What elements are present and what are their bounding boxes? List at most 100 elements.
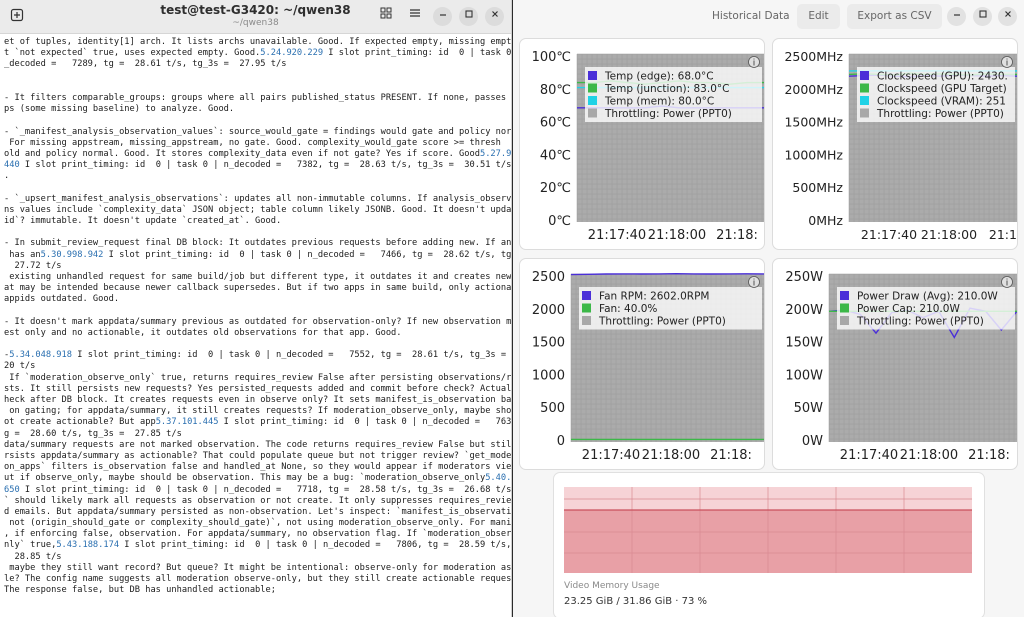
y-tick-label: 0℃ (548, 214, 571, 229)
x-tick-label: 21:17:40 (840, 448, 898, 463)
terminal-line: -5.34.048.918 I slot print_timing: id 0 … (4, 350, 511, 361)
legend-swatch (588, 96, 597, 105)
terminal-line: on gating; for appdata/summary, it still… (4, 406, 511, 417)
terminal-line: at may be intended because newer callbac… (4, 283, 511, 294)
legend-swatch (582, 291, 591, 300)
terminal-line: sts. It still persists new requests? Yes… (4, 383, 511, 394)
terminal-line: rsists appdata/summary as actionable? Th… (4, 450, 511, 461)
terminal-line: - It doesn't mark appdata/summary previo… (4, 316, 511, 327)
legend-swatch (588, 108, 597, 118)
y-tick-label: 1000 (532, 368, 565, 383)
terminal-line: est only and no actionable, it outdates … (4, 327, 402, 338)
terminal-line: not (origin_should_gate or complexity_sh… (4, 518, 511, 529)
clockspeed-chart: 2500MHz 2000MHz 1500MHz 1000MHz 500MHz 0MHz 21… (784, 49, 1017, 242)
temperature-chart-card: 100℃ 80℃ 60℃ 40℃ 20℃ 0℃ 21:17:40 21:18:00 21:18:… (519, 38, 765, 250)
timestamp: 5.37.101.445 (155, 417, 219, 428)
legend-entry: Clockspeed (GPU): 2430. (877, 71, 1008, 83)
terminal-line: _decoded = 7289, tg = 28.61 t/s, tg_3s =… (4, 59, 287, 70)
y-tick-label: 40℃ (540, 148, 571, 163)
timestamp: 5.30.998.942 (40, 249, 104, 260)
timestamp: 5.40.137. (485, 473, 511, 484)
legend-entry: Temp (mem): 80.0°C (604, 96, 714, 108)
terminal-line: ut if observe_only, maybe should be obse… (4, 473, 511, 484)
timestamp: 5.24.920.229 (260, 48, 324, 59)
close-icon[interactable] (998, 7, 1017, 26)
legend-swatch (582, 316, 591, 325)
vram-usage-card: Video Memory Usage 23.25 GiB / 31.86 GiB… (553, 472, 985, 617)
maximize-icon[interactable] (973, 7, 992, 26)
legend-entry: Throttling: Power (PPT0) (604, 108, 732, 120)
terminal-output[interactable]: et of tuples, identity[1] arch. It lists… (0, 34, 511, 617)
legend-swatch (588, 71, 597, 80)
terminal-line: g = 28.60 t/s, tg_3s = 27.85 t/s (4, 428, 182, 439)
terminal-line: maybe they still want record? But queue?… (4, 562, 511, 573)
x-tick-label: 21:18:00 (642, 448, 700, 463)
power-chart: 250W 200W 150W 100W 50W 0W 21:17:40 21:18:00 21:… (785, 270, 1017, 463)
legend-entry: Temp (edge): 68.0°C (604, 71, 714, 83)
y-tick-label: 1500MHz (784, 115, 843, 130)
timestamp: 5.43.188.174 (56, 540, 120, 551)
legend-swatch (860, 83, 869, 93)
legend-entry: Fan RPM: 2602.0RPM (599, 291, 710, 303)
terminal-line: ns values include `complexity_data` JSON… (4, 204, 511, 215)
y-tick-label: 500 (540, 401, 565, 416)
fan-chart: 2500 2000 1500 1000 500 0 21:17:40 21:18:00 21:1… (532, 270, 764, 463)
terminal-line: existing unhandled request for same buil… (4, 271, 511, 282)
terminal-line: . (4, 171, 10, 182)
terminal-line: ps (some missing baseline) to analyze. G… (4, 104, 235, 115)
edit-button[interactable]: Edit (797, 4, 840, 29)
y-tick-label: 200W (785, 303, 823, 318)
y-tick-label: 2000MHz (784, 82, 843, 97)
historical-data-label[interactable]: Historical Data (712, 10, 790, 22)
legend-swatch (860, 108, 869, 118)
y-tick-label: 60℃ (540, 116, 571, 131)
terminal-line: 28.85 t/s (4, 551, 62, 562)
split-view-icon[interactable] (376, 7, 395, 26)
minimize-icon[interactable] (433, 7, 452, 26)
x-tick-label: 21:17:40 (582, 448, 640, 463)
close-icon[interactable] (485, 7, 504, 26)
info-icon-glyph: i (1006, 59, 1009, 69)
y-tick-label: 80℃ (540, 83, 571, 98)
terminal-line: heck after DB block. It creates requests… (4, 395, 511, 405)
legend-entry: Temp (junction): 83.0°C (604, 83, 729, 95)
terminal-line: data/summary requests are not marked obs… (4, 439, 511, 450)
temperature-chart: 100℃ 80℃ 60℃ 40℃ 20℃ 0℃ 21:17:40 21:18:00 21:18:… (532, 50, 764, 243)
y-tick-label: 2000 (532, 303, 565, 318)
terminal-line: ` should likely mark all requests as obs… (4, 495, 511, 506)
terminal-line: id`? immutable. It doesn't update `creat… (4, 216, 282, 226)
series-line (570, 272, 764, 276)
terminal-window[interactable]: test@test-G3420: ~/qwen38 ~/qwen38 et of… (0, 0, 512, 617)
fan-chart-card: 2500 2000 1500 1000 500 0 21:17:40 21:18:00 21:1… (519, 258, 765, 470)
terminal-line: - It filters comparable_groups: groups w… (4, 92, 511, 103)
y-tick-label: 0 (557, 434, 565, 449)
legend-entry: Throttling: Power (PPT0) (856, 316, 984, 328)
x-tick-label: 21:18:00 (648, 228, 706, 243)
terminal-line: 650 I slot print_timing: id 0 | task 0 |… (4, 484, 511, 495)
clockspeed-chart-card: 2500MHz 2000MHz 1500MHz 1000MHz 500MHz 0MHz 21… (772, 38, 1018, 250)
minimize-icon[interactable] (947, 7, 966, 26)
maximize-icon[interactable] (459, 7, 478, 26)
x-tick-label: 21:18:00 (921, 227, 977, 242)
x-tick-label: 21:18:00 (900, 448, 958, 463)
terminal-line: nly` true,5.43.188.174 I slot print_timi… (4, 540, 511, 551)
legend-swatch (860, 96, 869, 105)
terminal-line: d emails. But appdata/summary persisted … (4, 506, 511, 517)
terminal-line: old and policy normal. Good. It stores c… (4, 149, 511, 160)
legend-swatch (840, 303, 849, 313)
info-icon-glyph: i (753, 279, 756, 289)
y-tick-label: 250W (785, 270, 823, 285)
legend-entry: Fan: 40.0% (599, 303, 657, 315)
y-tick-label: 100℃ (532, 50, 571, 65)
export-csv-button[interactable]: Export as CSV (847, 4, 942, 29)
menu-icon[interactable] (405, 7, 424, 26)
terminal-line: - `_upsert_manifest_analysis_observation… (4, 193, 511, 204)
terminal-line: 27.72 t/s (4, 260, 62, 271)
x-tick-label: 21:18: (968, 448, 1010, 463)
resources-window: Historical Data Edit Export as CSV 100℃ 8… (513, 0, 1024, 617)
